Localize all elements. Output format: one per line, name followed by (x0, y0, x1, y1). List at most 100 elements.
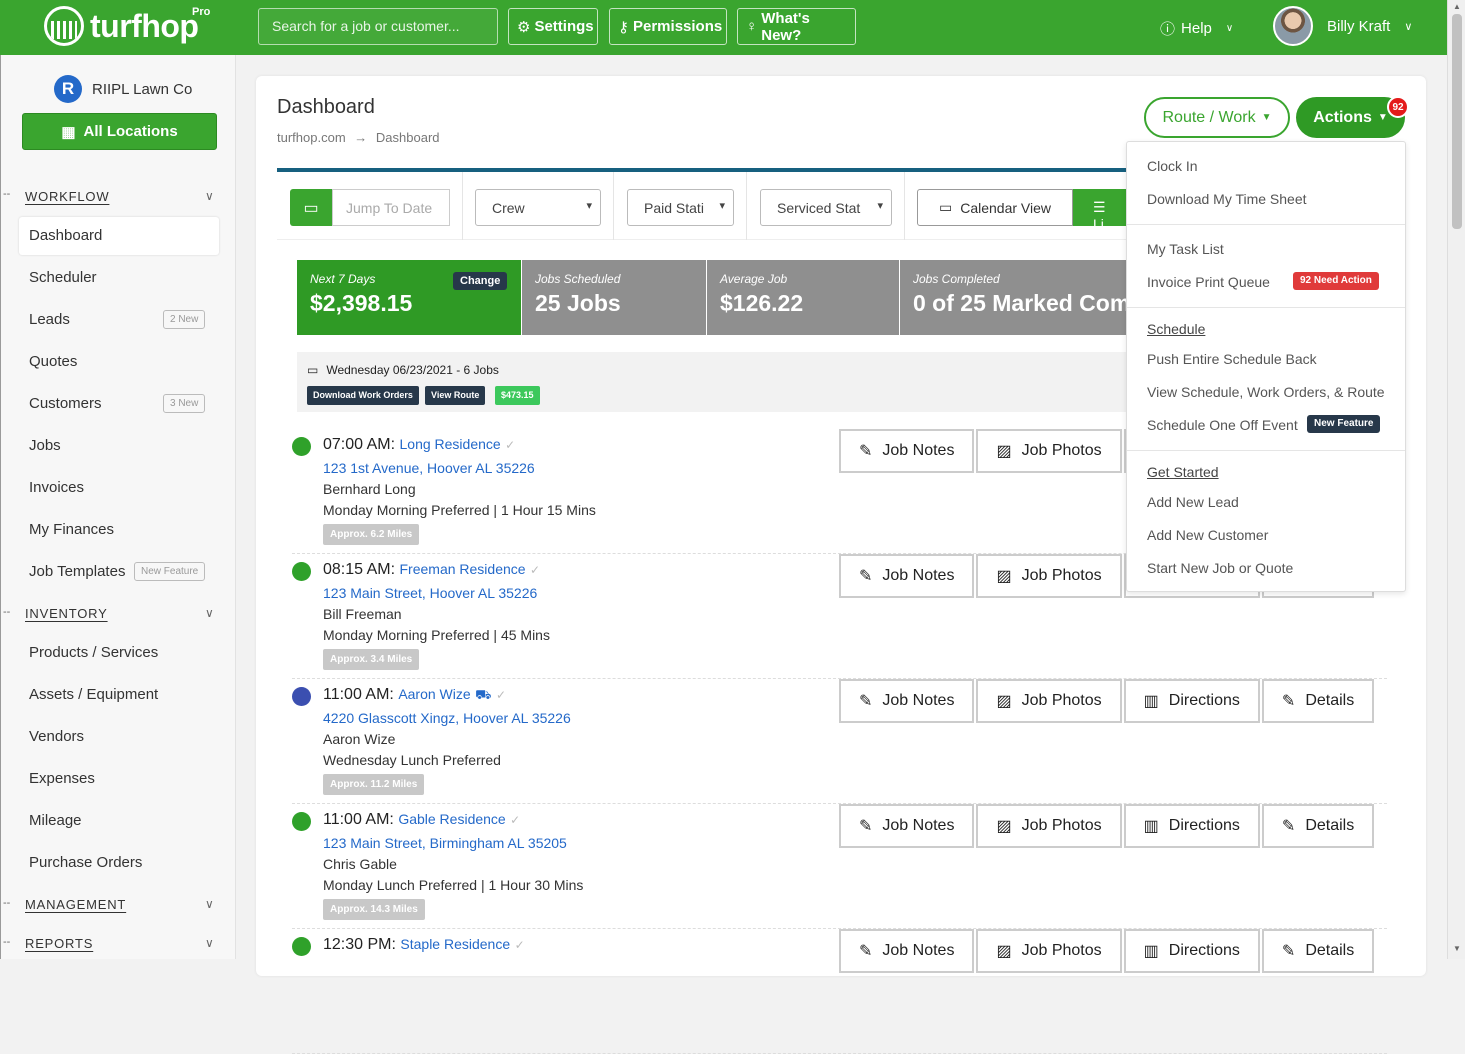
need-action-badge: 92 Need Action (1293, 272, 1379, 290)
sidebar: R RIIPL Lawn Co ▦ All Locations -- WORKFL… (0, 55, 236, 959)
sidebar-item-job-templates[interactable]: Job Templates (29, 563, 125, 580)
job-button-label: Job Photos (1021, 692, 1102, 709)
menu-item-task-list[interactable]: My Task List (1147, 241, 1224, 257)
breadcrumb-root[interactable]: turfhop.com (277, 130, 346, 145)
job-button-label: Job Notes (882, 567, 955, 584)
menu-item-clock-in[interactable]: Clock In (1147, 158, 1198, 174)
job-customer-link[interactable]: Long Residence (400, 436, 501, 452)
chevron-down-icon[interactable]: ∨ (205, 897, 214, 911)
sidebar-item-vendors[interactable]: Vendors (29, 728, 84, 745)
sidebar-item-dashboard[interactable]: Dashboard (29, 227, 102, 244)
section-management[interactable]: MANAGEMENT (25, 897, 126, 912)
calendar-view-button[interactable]: ▭ Calendar View (917, 189, 1073, 226)
job-customer-link[interactable]: Staple Residence (400, 936, 510, 952)
details-button[interactable]: ✎ Details (1261, 804, 1375, 848)
directions-button[interactable]: ▥ Directions (1123, 679, 1260, 723)
help-menu[interactable]: ⓘ Help ∨ (1160, 18, 1233, 39)
sidebar-item-expenses[interactable]: Expenses (29, 770, 95, 787)
chevron-down-icon[interactable]: ∨ (205, 936, 214, 950)
job-notes-button[interactable]: ✎ Job Notes (839, 929, 975, 973)
menu-item-add-customer[interactable]: Add New Customer (1147, 527, 1268, 543)
section-workflow[interactable]: WORKFLOW (25, 189, 109, 204)
job-customer-link[interactable]: Freeman Residence (400, 561, 526, 577)
sidebar-item-jobs[interactable]: Jobs (29, 437, 61, 454)
whats-new-button[interactable]: ♀ What's New? (737, 8, 856, 45)
jump-to-date-input[interactable]: Jump To Date (332, 189, 450, 226)
sidebar-item-mileage[interactable]: Mileage (29, 812, 82, 829)
job-customer-link[interactable]: Aaron Wize (398, 686, 470, 702)
job-notes-button[interactable]: ✎ Job Notes (839, 554, 975, 598)
change-button[interactable]: Change (453, 272, 508, 290)
sidebar-item-leads[interactable]: Leads (29, 311, 70, 328)
menu-item-start-job-or-quote[interactable]: Start New Job or Quote (1147, 560, 1293, 576)
job-address-link[interactable]: 123 1st Avenue, Hoover AL 35226 (323, 460, 535, 476)
chevron-down-icon[interactable]: ∨ (205, 606, 214, 620)
menu-heading-get-started[interactable]: Get Started (1147, 464, 1219, 480)
route-work-button[interactable]: Route / Work ▼ (1144, 97, 1290, 138)
menu-item-invoice-print-queue[interactable]: Invoice Print Queue (1147, 274, 1270, 290)
chevron-down-icon: ▾ (586, 200, 592, 212)
directions-button[interactable]: ▥ Directions (1123, 804, 1260, 848)
job-customer-link[interactable]: Gable Residence (398, 811, 505, 827)
all-locations-button[interactable]: ▦ All Locations (22, 113, 217, 150)
sidebar-item-products-services[interactable]: Products / Services (29, 644, 158, 661)
avatar (1273, 6, 1313, 46)
serviced-status-select[interactable]: Serviced Stat ▾ (760, 189, 892, 226)
scrollbar-thumb[interactable] (1452, 14, 1462, 229)
job-photos-button[interactable]: ▨ Job Photos (976, 554, 1122, 598)
job-photos-button[interactable]: ▨ Job Photos (976, 429, 1122, 473)
menu-item-download-timesheet[interactable]: Download My Time Sheet (1147, 191, 1307, 207)
job-title: 11:00 AM: Gable Residence ✓ (323, 811, 520, 829)
sidebar-item-my-finances[interactable]: My Finances (29, 521, 114, 538)
menu-item-schedule-one-off[interactable]: Schedule One Off Event (1147, 417, 1298, 433)
customers-badge: 3 New (163, 394, 206, 413)
stats-strip: Next 7 Days $2,398.15 Change Jobs Schedu… (297, 260, 1127, 335)
sidebar-item-purchase-orders[interactable]: Purchase Orders (29, 854, 142, 871)
job-photos-button[interactable]: ▨ Job Photos (976, 679, 1122, 723)
download-work-orders-button[interactable]: Download Work Orders (307, 386, 419, 405)
details-button[interactable]: ✎ Details (1261, 679, 1375, 723)
job-miles-badge: Approx. 14.3 Miles (323, 899, 425, 920)
menu-item-push-schedule-back[interactable]: Push Entire Schedule Back (1147, 351, 1317, 367)
menu-heading-schedule[interactable]: Schedule (1147, 321, 1205, 337)
sidebar-item-scheduler[interactable]: Scheduler (29, 269, 97, 286)
menu-item-view-schedule[interactable]: View Schedule, Work Orders, & Route (1147, 384, 1385, 400)
details-button[interactable]: ✎ Details (1261, 929, 1375, 973)
job-photos-button[interactable]: ▨ Job Photos (976, 929, 1122, 973)
scroll-down-icon[interactable]: ▼ (1453, 944, 1461, 953)
job-customer-name: Bill Freeman (323, 606, 402, 622)
search-input[interactable]: Search for a job or customer... (258, 8, 498, 45)
sidebar-item-quotes[interactable]: Quotes (29, 353, 77, 370)
job-address-link[interactable]: 123 Main Street, Hoover AL 35226 (323, 585, 537, 601)
crew-select[interactable]: Crew ▾ (475, 189, 601, 226)
section-inventory[interactable]: INVENTORY (25, 606, 108, 621)
directions-button[interactable]: ▥ Directions (1123, 929, 1260, 973)
job-photos-button[interactable]: ▨ Job Photos (976, 804, 1122, 848)
job-notes-button[interactable]: ✎ Job Notes (839, 429, 975, 473)
company-selector[interactable]: R RIIPL Lawn Co (54, 75, 192, 103)
job-address-link[interactable]: 123 Main Street, Birmingham AL 35205 (323, 835, 567, 851)
sidebar-item-customers[interactable]: Customers (29, 395, 102, 412)
page-scrollbar[interactable]: ▲ ▼ (1447, 0, 1465, 959)
settings-button[interactable]: ⚙ Settings (508, 8, 598, 45)
sidebar-item-invoices[interactable]: Invoices (29, 479, 84, 496)
section-reports[interactable]: REPORTS (25, 936, 93, 951)
job-address-link[interactable]: 4220 Glasscott Xingz, Hoover AL 35226 (323, 710, 571, 726)
permissions-button[interactable]: ⚷ Permissions (609, 8, 727, 45)
view-route-button[interactable]: View Route (425, 386, 486, 405)
job-notes-button[interactable]: ✎ Job Notes (839, 804, 975, 848)
job-miles-badge: Approx. 6.2 Miles (323, 524, 420, 545)
stat-jobs-scheduled: Jobs Scheduled 25 Jobs (521, 260, 706, 335)
chevron-down-icon[interactable]: ∨ (205, 189, 214, 203)
menu-item-add-lead[interactable]: Add New Lead (1147, 494, 1239, 510)
scroll-up-icon[interactable]: ▲ (1453, 2, 1461, 11)
new-feature-badge: New Feature (1307, 415, 1381, 433)
job-notes-button[interactable]: ✎ Job Notes (839, 679, 975, 723)
calendar-icon-button[interactable]: ▭ (290, 189, 332, 226)
paid-status-select[interactable]: Paid Stati ▾ (627, 189, 734, 226)
stat-value: $126.22 (720, 290, 804, 316)
user-menu[interactable]: Billy Kraft ∨ (1273, 6, 1412, 46)
list-view-button[interactable]: ☰ Li (1073, 189, 1133, 232)
turfhop-logo[interactable]: turfhop Pro (44, 6, 210, 46)
sidebar-item-assets-equipment[interactable]: Assets / Equipment (29, 686, 158, 703)
